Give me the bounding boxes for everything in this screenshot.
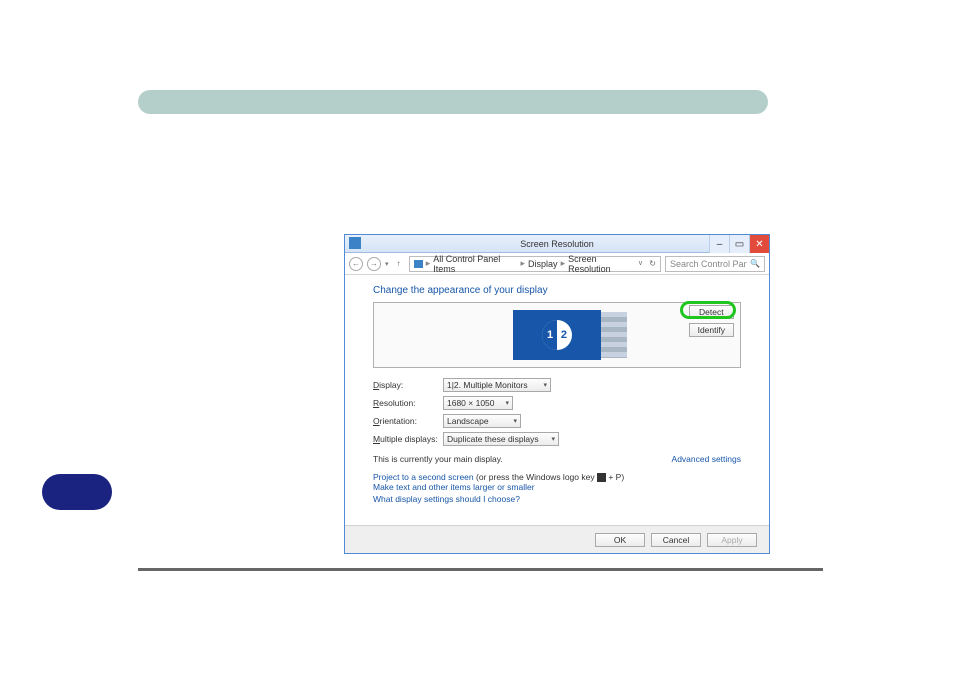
minimize-button[interactable]: – (709, 235, 729, 253)
orientation-label: Orientation: (373, 416, 443, 426)
display-label: Display: (373, 380, 443, 390)
crumb-screen-resolution[interactable]: Screen Resolution (568, 254, 636, 274)
crumb-all-items[interactable]: All Control Panel Items (433, 254, 517, 274)
main-display-text: This is currently your main display. (373, 454, 503, 464)
chevron-down-icon: ▾ (505, 399, 509, 407)
settings-form: Display: 1|2. Multiple Monitors ▾ Resolu… (373, 378, 741, 446)
project-hint-text: (or press the Windows logo key (476, 472, 595, 482)
close-button[interactable]: ✕ (749, 235, 769, 253)
window-title: Screen Resolution (520, 239, 594, 249)
breadcrumb-sep-icon: ▸ (561, 258, 566, 269)
detect-button[interactable]: Detect (689, 305, 734, 319)
secondary-monitor-graphic (601, 312, 627, 358)
display-value: 1|2. Multiple Monitors (447, 380, 528, 390)
monitor-number-2: 2 (561, 329, 567, 341)
page-heading: Change the appearance of your display (373, 285, 741, 296)
monitor-icon (414, 260, 423, 268)
dialog-footer: OK Cancel Apply (345, 525, 769, 553)
window-controls: – ▭ ✕ (709, 235, 769, 253)
search-placeholder: Search Control Panel (670, 259, 747, 269)
window-icon (349, 237, 361, 249)
breadcrumb-sep-icon: ▸ (426, 258, 431, 269)
display-preview-box: 1 2 Detect Identify (373, 302, 741, 368)
breadcrumb[interactable]: ▸ All Control Panel Items ▸ Display ▸ Sc… (409, 256, 661, 272)
identify-button[interactable]: Identify (689, 323, 734, 337)
project-line: Project to a second screen (or press the… (373, 472, 741, 482)
chevron-down-icon: ▾ (551, 435, 555, 443)
search-input[interactable]: Search Control Panel 🔍 (665, 256, 765, 272)
advanced-settings-link[interactable]: Advanced settings (672, 454, 741, 464)
nav-back-button[interactable]: ← (349, 257, 363, 271)
screen-resolution-window: Screen Resolution – ▭ ✕ ← → ▾ ↑ ▸ All Co… (344, 234, 770, 554)
refresh-icon[interactable]: ↻ (649, 259, 656, 268)
breadcrumb-dropdown-icon[interactable]: v (639, 260, 643, 267)
decorative-teal-bar (138, 90, 768, 114)
nav-forward-button[interactable]: → (367, 257, 381, 271)
resolution-select[interactable]: 1680 × 1050 ▾ (443, 396, 513, 410)
explorer-navbar: ← → ▾ ↑ ▸ All Control Panel Items ▸ Disp… (345, 253, 769, 275)
text-size-link[interactable]: Make text and other items larger or smal… (373, 482, 741, 492)
multiple-displays-label: Multiple displays: (373, 434, 443, 444)
breadcrumb-sep-icon: ▸ (521, 258, 526, 269)
monitor-number-1: 1 (547, 329, 553, 341)
monitor-graphic[interactable]: 1 2 (513, 310, 601, 360)
resolution-label: Resolution: (373, 398, 443, 408)
chevron-down-icon: ▾ (543, 381, 547, 389)
nav-up-button[interactable]: ↑ (393, 258, 405, 270)
multiple-displays-value: Duplicate these displays (447, 434, 539, 444)
chevron-down-icon: ▾ (513, 417, 517, 425)
display-select[interactable]: 1|2. Multiple Monitors ▾ (443, 378, 551, 392)
maximize-button[interactable]: ▭ (729, 235, 749, 253)
dialog-content: Change the appearance of your display 1 … (345, 275, 769, 525)
nav-history-chevron-icon[interactable]: ▾ (385, 260, 389, 268)
search-icon: 🔍 (750, 259, 760, 268)
ok-button[interactable]: OK (595, 533, 645, 547)
project-second-screen-link[interactable]: Project to a second screen (373, 472, 474, 482)
multiple-displays-select[interactable]: Duplicate these displays ▾ (443, 432, 559, 446)
decorative-bottom-rule (138, 568, 823, 571)
help-link[interactable]: What display settings should I choose? (373, 494, 741, 504)
resolution-value: 1680 × 1050 (447, 398, 495, 408)
orientation-select[interactable]: Landscape ▾ (443, 414, 521, 428)
project-hint-tail: + P) (608, 472, 624, 482)
windows-logo-key-icon (597, 473, 606, 482)
crumb-display[interactable]: Display (528, 259, 558, 269)
window-titlebar: Screen Resolution – ▭ ✕ (345, 235, 769, 253)
orientation-value: Landscape (447, 416, 489, 426)
decorative-blue-pill (42, 474, 112, 510)
cancel-button[interactable]: Cancel (651, 533, 701, 547)
apply-button[interactable]: Apply (707, 533, 757, 547)
